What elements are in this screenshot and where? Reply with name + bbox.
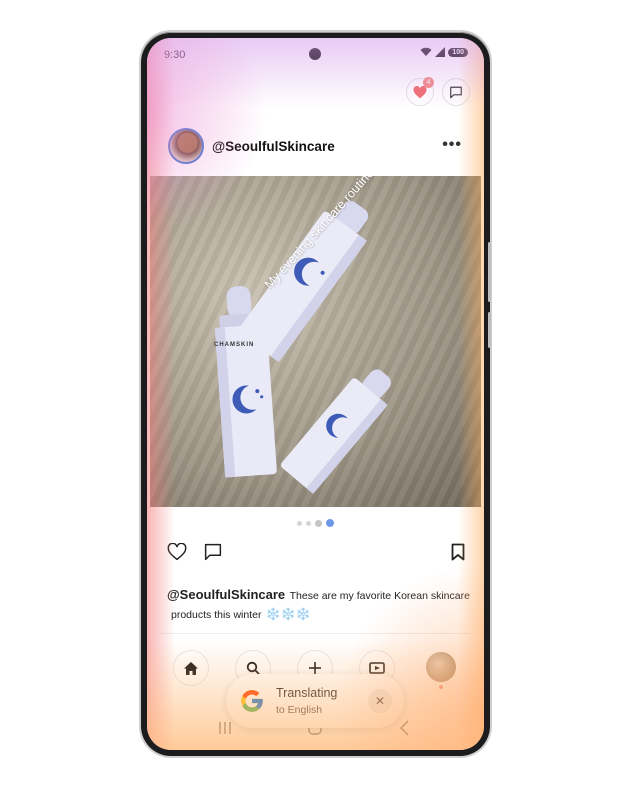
status-icons: 100 xyxy=(420,47,468,57)
profile-status-dot xyxy=(439,685,443,689)
bookmark-icon[interactable] xyxy=(451,543,465,561)
phone-frame: 9:30 100 4 @SeoulfulSkincare ••• My even… xyxy=(141,32,491,756)
status-time: 9:30 xyxy=(164,49,186,61)
post-caption: @SeoulfulSkincare These are my favorite … xyxy=(167,586,472,624)
caption-line2: products this winter xyxy=(171,609,262,621)
nav-home-button[interactable] xyxy=(173,650,209,686)
more-options-button[interactable]: ••• xyxy=(442,136,462,154)
search-icon xyxy=(246,661,260,675)
notification-badge: 4 xyxy=(423,77,434,88)
translate-chip[interactable]: Translating to English ✕ xyxy=(226,674,404,728)
brand-label: CHAMSKIN xyxy=(214,342,255,348)
power-button xyxy=(488,312,491,348)
comment-icon[interactable] xyxy=(203,543,223,561)
screen: 9:30 100 4 @SeoulfulSkincare ••• My even… xyxy=(147,38,484,750)
caption-emoji: ❄️❄️❄️ xyxy=(265,607,311,621)
home-icon xyxy=(184,661,198,675)
back-icon[interactable] xyxy=(397,720,413,736)
top-actions: 4 xyxy=(406,77,470,106)
carousel-dot[interactable] xyxy=(315,519,322,527)
carousel-dot[interactable] xyxy=(297,520,302,526)
post-header: @SeoulfulSkincare ••• xyxy=(168,126,468,166)
recents-icon[interactable] xyxy=(217,720,233,736)
carousel-dot[interactable] xyxy=(306,520,311,526)
author-handle[interactable]: @SeoulfulSkincare xyxy=(212,139,335,154)
post-actions xyxy=(167,543,465,565)
translate-title: Translating xyxy=(276,686,338,700)
volume-button xyxy=(488,242,491,302)
google-g-icon xyxy=(241,690,263,712)
heart-filled-icon xyxy=(413,85,427,98)
caption-line1: These are my favorite Korean skincare xyxy=(289,590,470,602)
notifications-button[interactable]: 4 xyxy=(406,77,434,106)
message-icon xyxy=(450,86,462,98)
carousel-indicator xyxy=(147,519,484,527)
carousel-dot-active[interactable] xyxy=(326,519,334,527)
like-heart-icon[interactable] xyxy=(167,543,187,561)
wifi-icon xyxy=(420,47,432,56)
caption-handle[interactable]: @SeoulfulSkincare xyxy=(167,587,285,602)
front-camera xyxy=(309,48,321,60)
messages-button[interactable] xyxy=(442,78,470,106)
divider xyxy=(161,633,470,634)
status-bar: 9:30 100 xyxy=(147,38,484,70)
video-icon xyxy=(369,662,385,674)
post-image[interactable]: My evening skincare routine CHAMSKIN xyxy=(150,176,481,507)
battery-indicator: 100 xyxy=(448,47,468,57)
nav-profile-avatar[interactable] xyxy=(426,652,456,682)
plus-icon xyxy=(309,662,321,674)
translate-close-button[interactable]: ✕ xyxy=(368,689,392,713)
author-avatar[interactable] xyxy=(168,128,204,164)
translate-subtitle: to English xyxy=(276,704,323,716)
signal-icon xyxy=(435,47,446,57)
